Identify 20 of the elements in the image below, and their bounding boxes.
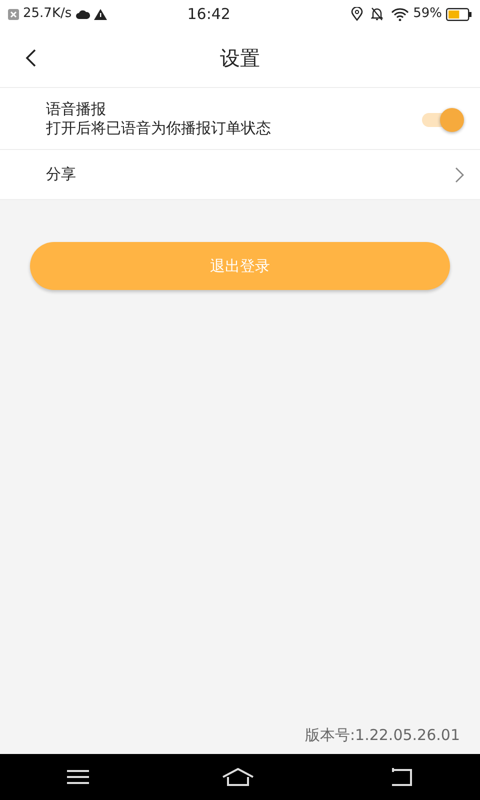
- menu-icon[interactable]: [66, 769, 89, 785]
- notification-icon: [8, 8, 19, 20]
- network-speed: 25.7K/s: [23, 5, 72, 24]
- setting-label: 分享: [46, 164, 77, 186]
- home-icon[interactable]: [222, 768, 254, 786]
- bell-off-icon: [371, 7, 384, 21]
- location-icon: [351, 7, 364, 21]
- page-title: 设置: [220, 44, 260, 72]
- battery-icon: [446, 8, 472, 20]
- warning-icon: [94, 8, 107, 20]
- version-text: 版本号:1.22.05.26.01: [304, 724, 461, 746]
- settings-row[interactable]: 分享: [0, 150, 480, 200]
- battery-percentage: 59%: [413, 5, 442, 24]
- wifi-icon: [391, 8, 410, 20]
- toggle-switch[interactable]: [422, 108, 464, 130]
- clock: 16:42: [186, 4, 232, 25]
- cloud-icon: [76, 9, 90, 19]
- setting-label: 语音播报: [46, 100, 107, 118]
- setting-description: 打开后将已语音为你播报订单状态: [46, 118, 272, 138]
- chevron-right-icon: [455, 166, 464, 182]
